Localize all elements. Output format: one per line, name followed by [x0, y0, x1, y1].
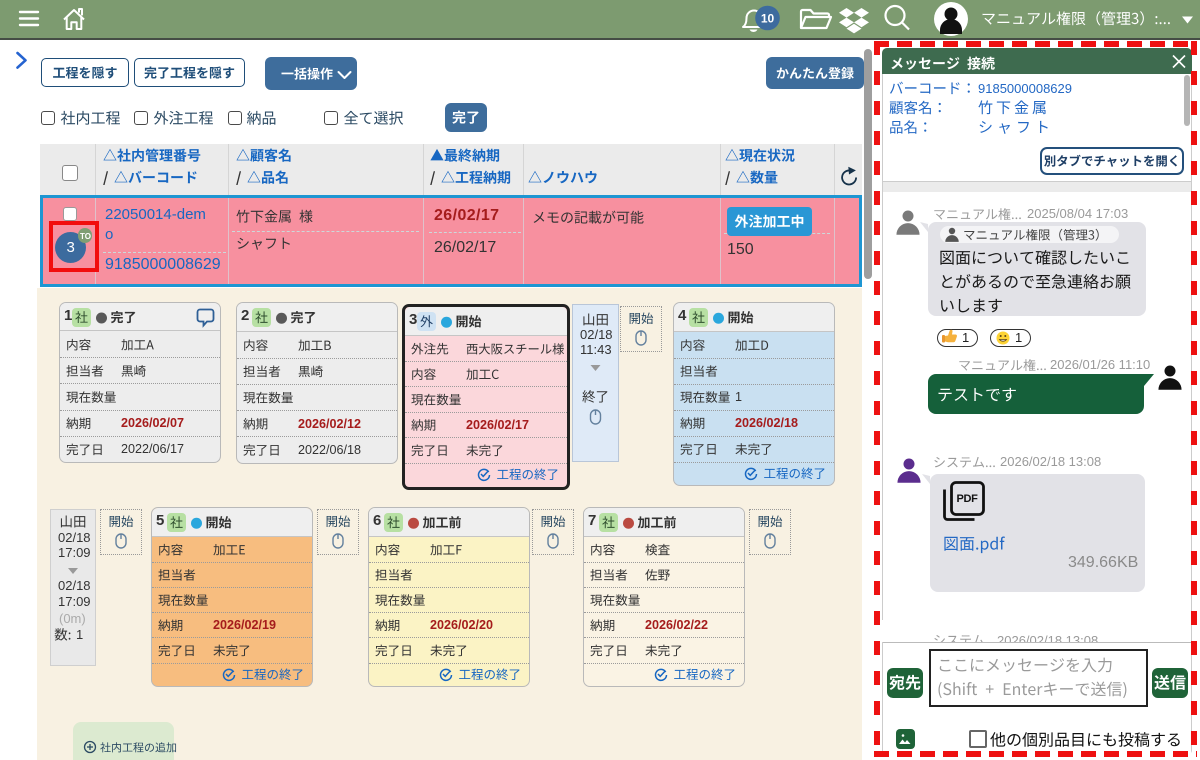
svg-text:2026/02/18 13:08: 2026/02/18 13:08 — [997, 633, 1098, 642]
